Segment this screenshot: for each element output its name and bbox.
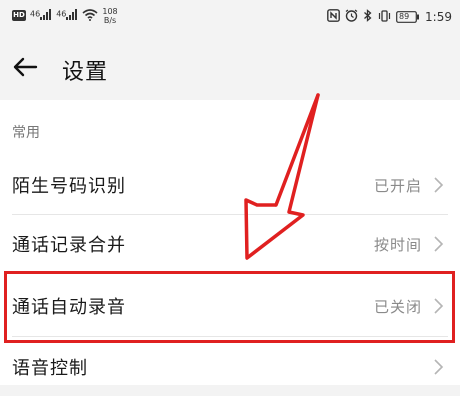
chevron-right-icon xyxy=(434,359,444,375)
status-right: 89 1:59 xyxy=(327,7,452,26)
speed-unit: B/s xyxy=(103,15,117,25)
arrow-left-icon xyxy=(13,57,38,77)
row-value: 已开启 xyxy=(373,177,422,195)
bluetooth-icon xyxy=(363,7,373,26)
clock-time: 1:59 xyxy=(425,9,452,24)
battery-level: 89 xyxy=(399,11,410,21)
signal-1-label: 46 xyxy=(30,9,41,19)
status-bar: HD 46 46 108 B/s 89 1:59 xyxy=(0,0,460,34)
page-title: 设置 xyxy=(62,60,109,85)
row-call-log-merge[interactable]: 通话记录合并 按时间 xyxy=(0,215,460,273)
annotation-highlight-box xyxy=(4,271,455,343)
signal-2-label: 46 xyxy=(56,9,67,19)
row-label: 语音控制 xyxy=(12,358,88,379)
row-label: 陌生号码识别 xyxy=(12,176,126,197)
row-unknown-number-id[interactable]: 陌生号码识别 已开启 xyxy=(0,156,460,214)
signal-icon: 46 xyxy=(30,9,52,22)
status-left: HD 46 46 108 B/s xyxy=(12,6,118,25)
network-speed: 108 B/s xyxy=(102,7,117,25)
battery-icon: 89 xyxy=(396,10,420,23)
row-value: 按时间 xyxy=(373,236,422,254)
section-header: 常用 xyxy=(12,125,40,141)
app-bar: 设置 xyxy=(0,34,460,100)
speed-value: 108 xyxy=(102,6,118,16)
vibrate-icon xyxy=(378,7,391,26)
row-label: 通话记录合并 xyxy=(12,235,126,256)
signal-icon: 46 xyxy=(56,9,78,22)
wifi-icon xyxy=(82,6,98,25)
chevron-right-icon xyxy=(434,177,444,193)
row-voice-control[interactable]: 语音控制 xyxy=(0,338,460,396)
hd-badge: HD xyxy=(12,10,26,21)
alarm-icon xyxy=(345,7,358,26)
chevron-right-icon xyxy=(434,236,444,252)
nfc-icon xyxy=(327,7,340,26)
back-button[interactable] xyxy=(10,51,42,83)
